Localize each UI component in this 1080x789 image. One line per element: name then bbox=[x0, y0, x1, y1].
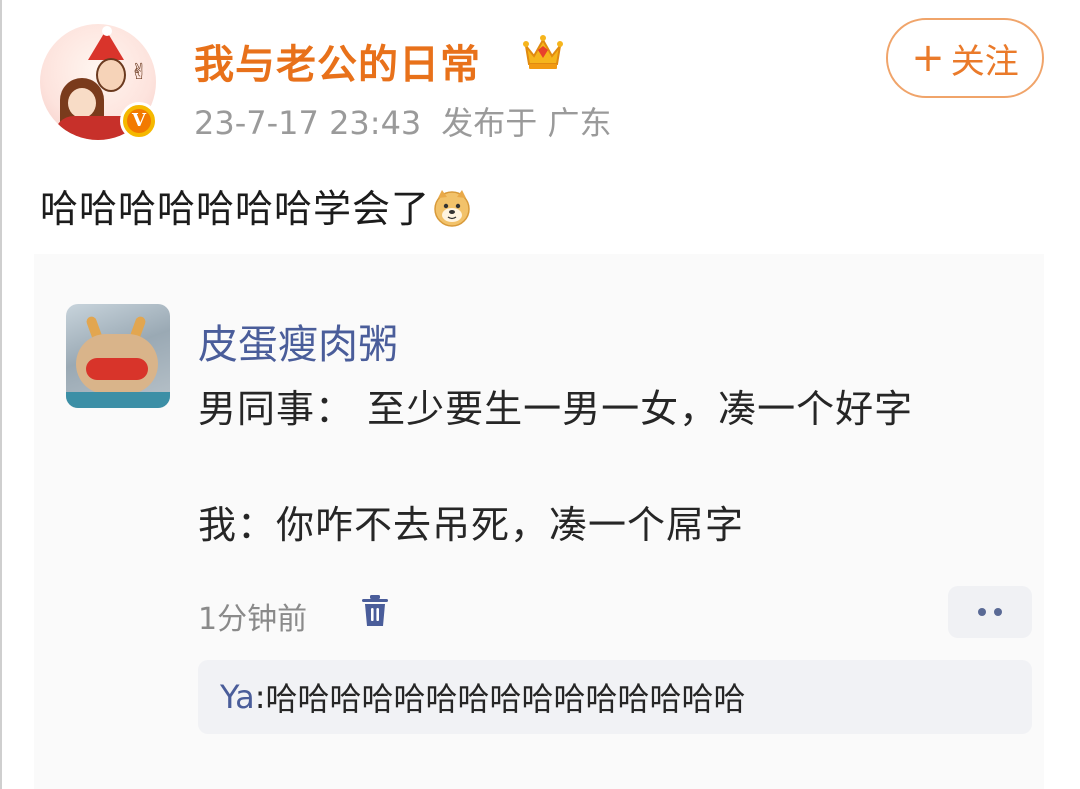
comment-time: 1分钟前 bbox=[198, 602, 308, 637]
post-meta: 23-7-17 23:43 发布于 广东 bbox=[194, 98, 631, 144]
reply-author[interactable]: Ya bbox=[220, 678, 255, 716]
comment-text-line: 男同事： 至少要生一男一女，凑一个好字 bbox=[198, 387, 914, 431]
reply-box[interactable]: Ya: 哈哈哈哈哈哈哈哈哈哈哈哈哈哈哈 bbox=[198, 660, 1032, 734]
trash-icon[interactable] bbox=[360, 594, 390, 628]
doge-emoji-icon bbox=[434, 190, 470, 227]
follow-button[interactable]: + 关注 bbox=[886, 18, 1044, 98]
post-text: 哈哈哈哈哈哈哈学会了 bbox=[40, 178, 472, 233]
reply-separator: : bbox=[254, 678, 266, 716]
plus-icon: + bbox=[911, 35, 945, 81]
more-dots-icon[interactable] bbox=[948, 586, 1032, 638]
post-location: 发布于 广东 bbox=[441, 104, 612, 142]
reply-text: 哈哈哈哈哈哈哈哈哈哈哈哈哈哈哈 bbox=[265, 680, 746, 718]
verified-badge-icon: V bbox=[120, 102, 158, 140]
post-timestamp: 23-7-17 23:43 bbox=[194, 104, 422, 142]
comment-text-line: 我：你咋不去吊死，凑一个屌字 bbox=[198, 503, 745, 547]
author-name[interactable]: 我与老公的日常 bbox=[194, 32, 481, 90]
left-border bbox=[0, 0, 2, 789]
follow-label: 关注 bbox=[950, 41, 1019, 82]
commenter-avatar[interactable] bbox=[66, 304, 170, 408]
commenter-name[interactable]: 皮蛋瘦肉粥 bbox=[198, 312, 398, 370]
crown-icon bbox=[523, 35, 563, 69]
